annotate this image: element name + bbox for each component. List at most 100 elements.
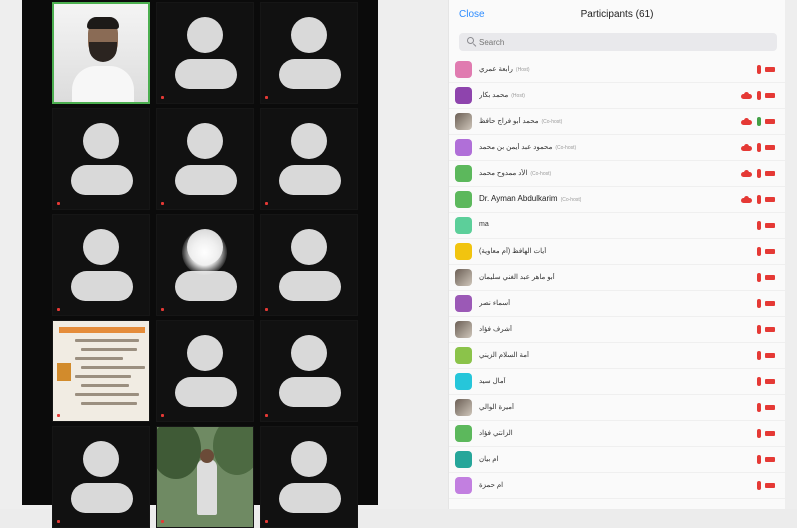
participant-row[interactable]: أسماء نصر — [449, 291, 785, 317]
mic-muted-icon[interactable] — [757, 273, 761, 282]
shared-screen-image — [57, 363, 71, 381]
panel-header: Close Participants (61) — [449, 0, 785, 30]
participant-row[interactable]: محمد أبو فراج حافظ (Co-host) — [449, 109, 785, 135]
video-tile[interactable] — [156, 214, 254, 316]
search-bar[interactable] — [459, 33, 777, 51]
shared-screen-text-line — [75, 393, 139, 396]
participant-avatar — [455, 165, 472, 182]
video-tile[interactable] — [260, 2, 358, 104]
video-off-icon[interactable] — [765, 249, 775, 254]
participant-row[interactable]: ام حمزة — [449, 473, 785, 499]
mic-muted-icon[interactable] — [757, 455, 761, 464]
video-off-icon[interactable] — [765, 353, 775, 358]
muted-mic-icon — [57, 520, 60, 523]
mic-muted-icon[interactable] — [757, 403, 761, 412]
video-tile[interactable] — [156, 426, 254, 528]
video-tile[interactable] — [52, 2, 150, 104]
muted-mic-icon — [265, 308, 268, 311]
participant-row[interactable]: الزانتي فؤاد — [449, 421, 785, 447]
participant-row[interactable]: Dr. Ayman Abdulkarim (Co-host) — [449, 187, 785, 213]
mic-on-icon[interactable] — [757, 117, 761, 126]
video-off-icon[interactable] — [765, 405, 775, 410]
participant-row[interactable]: آيات الهافظ (أم معاوية) — [449, 239, 785, 265]
video-off-icon[interactable] — [765, 483, 775, 488]
participant-row[interactable]: أشرف فؤاد — [449, 317, 785, 343]
video-tile[interactable] — [52, 320, 150, 422]
participant-row[interactable]: آمال سيد — [449, 369, 785, 395]
video-tile[interactable] — [260, 426, 358, 528]
muted-mic-icon — [161, 520, 164, 523]
video-off-icon[interactable] — [765, 93, 775, 98]
video-tile[interactable] — [52, 108, 150, 210]
video-off-icon[interactable] — [765, 457, 775, 462]
search-input[interactable] — [479, 36, 759, 48]
video-off-icon[interactable] — [765, 379, 775, 384]
participant-name: رابعة عمري (Host) — [479, 65, 530, 73]
shared-screen-text-line — [81, 348, 137, 351]
video-tile[interactable] — [52, 426, 150, 528]
participant-avatar — [455, 139, 472, 156]
participant-name-text: محمود عبد أيمن بن محمد — [479, 144, 553, 151]
participant-row[interactable]: ام بيان — [449, 447, 785, 473]
participant-name-text: ma — [479, 221, 489, 228]
video-off-icon[interactable] — [765, 119, 775, 124]
avatar-placeholder-head — [291, 17, 327, 53]
avatar-placeholder-head — [291, 335, 327, 371]
avatar-placeholder-body — [279, 271, 341, 301]
video-off-icon[interactable] — [765, 275, 775, 280]
participant-row[interactable]: أميرة الوالي — [449, 395, 785, 421]
mic-muted-icon[interactable] — [757, 481, 761, 490]
video-tile[interactable] — [156, 320, 254, 422]
video-off-icon[interactable] — [765, 171, 775, 176]
mic-muted-icon[interactable] — [757, 91, 761, 100]
muted-mic-icon — [161, 414, 164, 417]
mic-muted-icon[interactable] — [757, 195, 761, 204]
participant-row[interactable]: رابعة عمري (Host) — [449, 57, 785, 83]
participant-name: أميرة الوالي — [479, 403, 514, 411]
shared-screen-text-line — [81, 366, 145, 369]
video-off-icon[interactable] — [765, 301, 775, 306]
participant-row[interactable]: محمود عبد أيمن بن محمد (Co-host) — [449, 135, 785, 161]
shared-screen-text-line — [75, 357, 123, 360]
participant-name-text: أسماء نصر — [479, 300, 511, 307]
video-off-icon[interactable] — [765, 327, 775, 332]
avatar-placeholder-head — [83, 123, 119, 159]
mic-muted-icon[interactable] — [757, 169, 761, 178]
participant-row[interactable]: أبو ماهر عبد الغني سليمان — [449, 265, 785, 291]
video-tile[interactable] — [260, 320, 358, 422]
mic-muted-icon[interactable] — [757, 299, 761, 308]
mic-muted-icon[interactable] — [757, 221, 761, 230]
participant-row[interactable]: الأد ممدوح محمد (Co-host) — [449, 161, 785, 187]
video-off-icon[interactable] — [765, 197, 775, 202]
cloud-recording-icon — [741, 144, 752, 151]
avatar-placeholder-body — [279, 165, 341, 195]
mic-muted-icon[interactable] — [757, 65, 761, 74]
participant-row[interactable]: ma — [449, 213, 785, 239]
video-off-icon[interactable] — [765, 145, 775, 150]
participant-name: آيات الهافظ (أم معاوية) — [479, 247, 546, 255]
mic-muted-icon[interactable] — [757, 429, 761, 438]
participant-name-text: محمد بكار — [479, 92, 509, 99]
video-off-icon[interactable] — [765, 431, 775, 436]
person-hair — [87, 17, 119, 29]
shared-screen-text-line — [75, 375, 131, 378]
video-tile[interactable] — [52, 214, 150, 316]
participant-name-text: الأد ممدوح محمد — [479, 170, 528, 177]
mic-muted-icon[interactable] — [757, 247, 761, 256]
video-tile[interactable] — [260, 214, 358, 316]
video-tile[interactable] — [156, 2, 254, 104]
video-off-icon[interactable] — [765, 223, 775, 228]
mic-muted-icon[interactable] — [757, 325, 761, 334]
cloud-recording-icon — [741, 196, 752, 203]
participant-avatar — [455, 191, 472, 208]
mic-muted-icon[interactable] — [757, 377, 761, 386]
mic-muted-icon[interactable] — [757, 143, 761, 152]
mic-muted-icon[interactable] — [757, 351, 761, 360]
video-tile[interactable] — [156, 108, 254, 210]
video-off-icon[interactable] — [765, 67, 775, 72]
participant-name-text: أبو ماهر عبد الغني سليمان — [479, 274, 555, 281]
participant-row[interactable]: أمة السلام الزيني — [449, 343, 785, 369]
background-tree — [213, 427, 253, 475]
participant-row[interactable]: محمد بكار (Host) — [449, 83, 785, 109]
video-tile[interactable] — [260, 108, 358, 210]
